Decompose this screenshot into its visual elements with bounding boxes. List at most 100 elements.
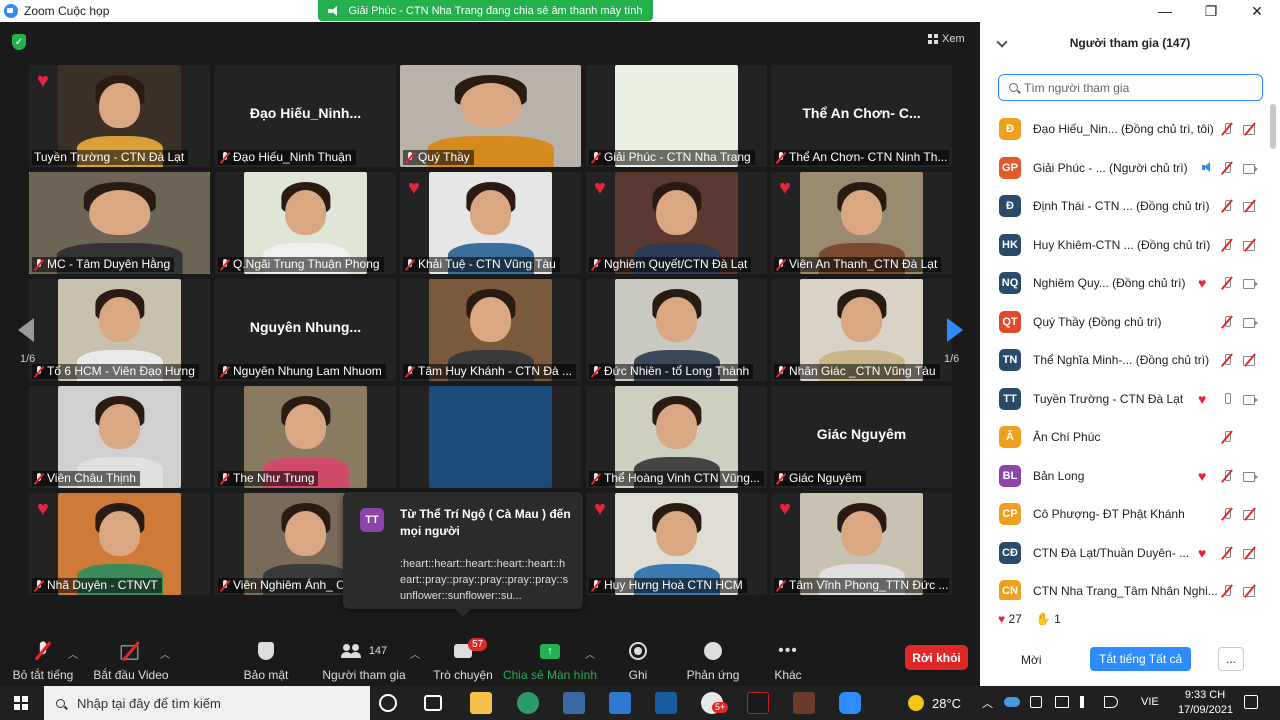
mic-muted-icon[interactable] bbox=[1220, 546, 1234, 560]
minimize-button[interactable]: — bbox=[1142, 0, 1188, 22]
camera-off-icon[interactable] bbox=[1243, 122, 1257, 136]
more-button[interactable]: ••• Khác bbox=[768, 634, 808, 686]
share-screen-button[interactable]: ↑ Chia sẻ Màn hình bbox=[503, 634, 597, 686]
participant-row[interactable]: TT Tuyền Trường - CTN Đà Lạt ♥ bbox=[980, 380, 1280, 418]
video-options-caret-icon[interactable]: ︿ bbox=[160, 646, 170, 661]
video-tile[interactable]: Thể An Chơn- C... Thể An Chơn- CTN Ninh T… bbox=[771, 65, 952, 167]
participant-row[interactable]: TN Thể Nghĩa Minh-... (Đồng chủ trì) bbox=[980, 341, 1280, 379]
taskbar-search-box[interactable]: Nhập tại đây để tìm kiếm bbox=[44, 686, 370, 720]
video-tile[interactable]: Nguyên Nhung... Nguyên Nhung Lam Nhuom bbox=[215, 279, 396, 381]
camera-off-icon[interactable] bbox=[1243, 507, 1257, 521]
network-icon[interactable] bbox=[1030, 696, 1042, 708]
video-tile[interactable]: Tâm Huy Khánh - CTN Đà ... bbox=[400, 279, 581, 381]
participant-list-scrollbar[interactable] bbox=[1270, 104, 1276, 149]
participants-button[interactable]: 147 Người tham gia bbox=[322, 634, 406, 686]
video-tile[interactable]: Quý Thầy bbox=[400, 65, 581, 167]
mic-icon[interactable] bbox=[1220, 392, 1234, 406]
participant-row[interactable]: GP Giải Phúc - ... (Người chủ trì) bbox=[980, 149, 1280, 187]
weather-widget[interactable]: 28°C bbox=[908, 695, 961, 711]
video-tile[interactable]: Giải Phúc - CTN Nha Trang bbox=[586, 65, 767, 167]
volume-icon[interactable] bbox=[1104, 696, 1118, 708]
video-tile[interactable]: MC - Tâm Duyên Hằng bbox=[29, 172, 210, 274]
video-tile[interactable]: Q.Ngãi Trung Thuận Phong bbox=[215, 172, 396, 274]
camera-icon[interactable] bbox=[1243, 469, 1258, 483]
participant-row[interactable]: NQ Nghiêm Quy... (Đồng chủ trì) ♥ bbox=[980, 264, 1280, 302]
camera-icon[interactable] bbox=[1243, 315, 1258, 329]
mute-all-button[interactable]: Tắt tiếng Tất cả bbox=[1090, 647, 1192, 671]
camera-off-icon[interactable] bbox=[1243, 199, 1257, 213]
garena-icon[interactable] bbox=[747, 692, 769, 714]
mic-muted-icon[interactable] bbox=[1220, 276, 1234, 290]
camera-icon[interactable] bbox=[1243, 392, 1258, 406]
mic-muted-icon[interactable] bbox=[1220, 507, 1234, 521]
participant-row[interactable]: QT Quý Thầy (Đồng chủ trì) bbox=[980, 303, 1280, 341]
audio-options-caret-icon[interactable]: ︿ bbox=[68, 646, 78, 661]
share-options-caret-icon[interactable]: ︿ bbox=[585, 646, 595, 661]
record-button[interactable]: Ghi bbox=[616, 634, 660, 686]
mic-muted-icon[interactable] bbox=[1220, 353, 1234, 367]
participant-search-input[interactable]: Tìm người tham gia bbox=[998, 74, 1263, 101]
camera-off-icon[interactable] bbox=[1243, 584, 1257, 598]
notification-center-icon[interactable] bbox=[1244, 695, 1258, 709]
participant-row[interactable]: CĐ CTN Đà Lạt/Thuần Duyên- ... ♥ bbox=[980, 534, 1280, 572]
video-tile[interactable]: ♥ Nhã Duyên - CTNVT bbox=[29, 493, 210, 595]
onedrive-icon[interactable] bbox=[1004, 697, 1020, 707]
participant-row[interactable]: Đ Đạo Hiếu_Nin... (Đồng chủ trì, tôi) bbox=[980, 110, 1280, 148]
video-tile[interactable]: Đạo Hiếu_Ninh... Đạo Hiếu_Ninh Thuận bbox=[215, 65, 396, 167]
chat-notification-popup[interactable]: TT Từ Thể Trí Ngộ ( Cà Mau ) đến mọi ngư… bbox=[343, 492, 583, 617]
file-explorer-icon[interactable] bbox=[470, 692, 492, 714]
game-icon[interactable] bbox=[793, 692, 815, 714]
mic-muted-icon[interactable] bbox=[1220, 469, 1234, 483]
computer-icon[interactable] bbox=[655, 692, 677, 714]
mic-muted-icon[interactable] bbox=[1220, 199, 1234, 213]
next-page-arrow-icon[interactable] bbox=[947, 318, 963, 342]
participant-row[interactable]: BL Bản Long ♥ bbox=[980, 457, 1280, 495]
panel-more-button[interactable]: ... bbox=[1218, 647, 1244, 671]
video-tile[interactable]: Đức Nhiên - tổ Long Thành bbox=[586, 279, 767, 381]
mic-muted-icon[interactable] bbox=[1220, 584, 1234, 598]
video-tile[interactable] bbox=[400, 386, 581, 488]
edge-browser-icon[interactable] bbox=[517, 692, 539, 714]
participant-row[interactable]: HK Huy Khiêm-CTN ... (Đồng chủ trì) bbox=[980, 226, 1280, 264]
chat-button[interactable]: 57 Trò chuyện bbox=[432, 634, 494, 686]
camera-icon[interactable] bbox=[1243, 161, 1258, 175]
video-tile[interactable]: Viên Châu Thịnh bbox=[29, 386, 210, 488]
reactions-button[interactable]: Phản ứng bbox=[684, 634, 742, 686]
view-button[interactable]: Xem bbox=[928, 33, 965, 45]
camera-off-icon[interactable] bbox=[1243, 353, 1257, 367]
mic-muted-icon[interactable] bbox=[1220, 430, 1234, 444]
mic-muted-icon[interactable] bbox=[1220, 238, 1234, 252]
store-icon[interactable] bbox=[563, 692, 585, 714]
cortana-icon[interactable] bbox=[379, 694, 397, 712]
speaking-icon[interactable] bbox=[1200, 161, 1214, 175]
mail-icon[interactable] bbox=[609, 692, 631, 714]
video-tile[interactable]: ♥ Tuyền Trường - CTN Đà Lạt bbox=[29, 65, 210, 167]
mic-muted-icon[interactable] bbox=[1220, 122, 1234, 136]
windows-start-icon[interactable] bbox=[14, 696, 28, 710]
participant-row[interactable]: Â Ân Chí Phúc bbox=[980, 418, 1280, 456]
taskbar-clock[interactable]: 9:33 CH 17/09/2021 bbox=[1178, 688, 1233, 718]
video-tile[interactable]: The Như Trung bbox=[215, 386, 396, 488]
participants-caret-icon[interactable]: ︿ bbox=[410, 646, 420, 661]
video-tile[interactable]: Thể Hoàng Vinh CTN Vũng... bbox=[586, 386, 767, 488]
close-button[interactable]: ✕ bbox=[1234, 0, 1280, 22]
start-video-button[interactable]: Bắt đầu Video bbox=[92, 634, 170, 686]
wifi-icon[interactable] bbox=[1080, 696, 1092, 708]
input-language[interactable]: VIE bbox=[1141, 696, 1159, 708]
video-tile[interactable]: ♥ Nghiêm Quyết/CTN Đà Lạt bbox=[586, 172, 767, 274]
audio-share-banner[interactable]: Giải Phúc - CTN Nha Trang đang chia sẻ â… bbox=[318, 0, 653, 21]
participant-row[interactable]: Đ Định Thái - CTN ... (Đồng chủ trì) bbox=[980, 187, 1280, 225]
tray-overflow-icon[interactable]: ︿ bbox=[982, 695, 993, 711]
video-tile[interactable]: Giác Nguyêm Giác Nguyêm bbox=[771, 386, 952, 488]
video-tile[interactable]: Nhân Giác _CTN Vũng Tàu bbox=[771, 279, 952, 381]
camera-off-icon[interactable] bbox=[1243, 238, 1257, 252]
encryption-shield-icon[interactable]: ✓ bbox=[12, 34, 26, 50]
video-tile[interactable]: ♥ Viên An Thanh_CTN Đà Lạt bbox=[771, 172, 952, 274]
mic-muted-icon[interactable] bbox=[1220, 161, 1234, 175]
security-button[interactable]: Bảo mật bbox=[236, 634, 296, 686]
task-view-icon[interactable] bbox=[424, 695, 442, 711]
camera-icon[interactable] bbox=[1243, 276, 1258, 290]
participant-row[interactable]: CN CTN Nha Trang_Tâm Nhân Nghi... bbox=[980, 572, 1280, 600]
zoom-taskbar-icon[interactable] bbox=[839, 692, 861, 714]
participant-row[interactable]: CP Cô Phượng- ĐT Phật Khánh bbox=[980, 495, 1280, 533]
